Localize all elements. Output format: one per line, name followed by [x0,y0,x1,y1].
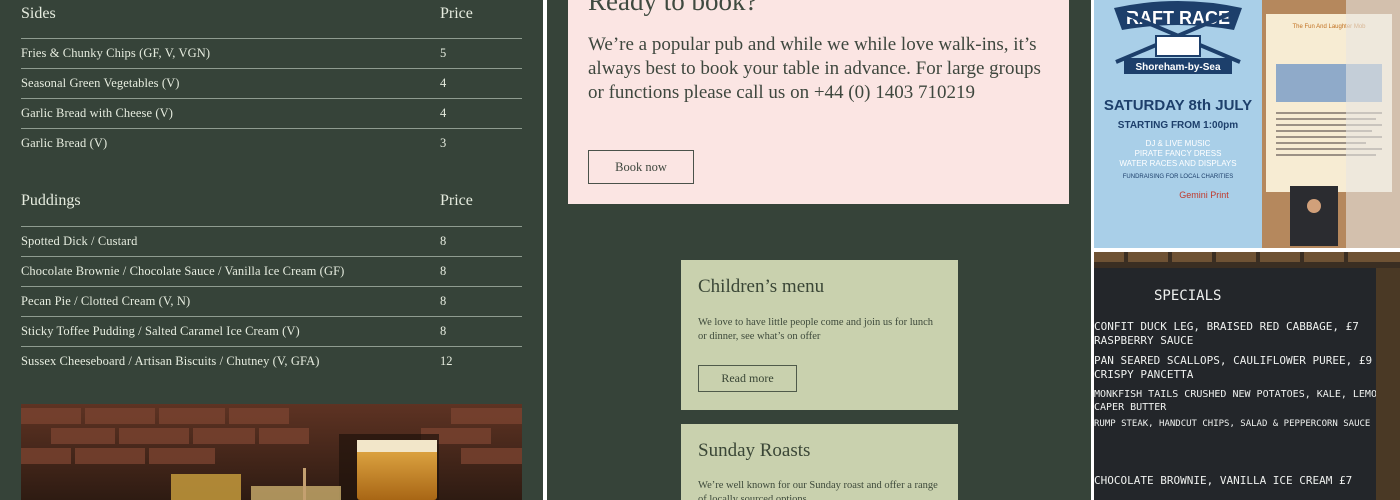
read-more-button[interactable]: Read more [698,365,797,392]
menu-item-name: Garlic Bread (V) [21,136,108,150]
menu-item-price: 8 [440,294,447,308]
poster-sponsor: Gemini Print [1179,190,1229,200]
menu-item-price: 8 [440,234,447,248]
booking-card: Ready to book? We’re a popular pub and w… [568,0,1069,204]
booking-panel: Ready to book? We’re a popular pub and w… [547,0,1091,500]
specials-board-photo: SPECIALS CONFIT DUCK LEG, BRAISED RED CA… [1094,252,1400,500]
specials-line: CHOCOLATE BROWNIE, VANILLA ICE CREAM £7 [1094,474,1352,487]
booking-title: Ready to book? [588,0,758,16]
menu-item-price: 12 [440,354,453,368]
photo-column: RAFT RACE Shoreham-by-Sea SATURDAY 8th J… [1094,0,1400,500]
menu-row: Chocolate Brownie / Chocolate Sauce / Va… [21,256,522,286]
menu-item-price: 3 [440,136,447,150]
sunday-roasts-text: We’re well known for our Sunday roast an… [698,480,938,500]
menu-item-name: Garlic Bread with Cheese (V) [21,106,174,120]
specials-line: PAN SEARED SCALLOPS, CAULIFLOWER PUREE, … [1094,354,1372,367]
poster-line: PIRATE FANCY DRESS [1135,149,1222,158]
specials-line: MONKFISH TAILS CRUSHED NEW POTATOES, KAL… [1094,389,1400,400]
menu-row: Garlic Bread with Cheese (V) 4 [21,98,522,128]
menu-row: Sussex Cheeseboard / Artisan Biscuits / … [21,346,522,376]
book-now-button[interactable]: Book now [588,150,694,184]
specials-line: CAPER BUTTER [1094,402,1167,413]
children-menu-text: We love to have little people come and j… [698,317,934,342]
menu-item-price: 8 [440,264,447,278]
pub-food-photo [21,404,522,500]
menu-row: Garlic Bread (V) 3 [21,128,522,158]
specials-line: CRISPY PANCETTA [1094,368,1194,381]
menu-row: Pecan Pie / Clotted Cream (V, N) 8 [21,286,522,316]
menu-row: Fries & Chunky Chips (GF, V, VGN) 5 [21,38,522,68]
specials-line: RUMP STEAK, HANDCUT CHIPS, SALAD & PEPPE… [1094,419,1392,429]
poster-line: DJ & LIVE MUSIC [1146,139,1211,148]
menu-item-price: 8 [440,324,447,338]
menu-row: Sticky Toffee Pudding / Salted Caramel I… [21,316,522,346]
menu-row: Spotted Dick / Custard 8 [21,226,522,256]
menu-item-price: 5 [440,46,447,60]
specials-line: CONFIT DUCK LEG, BRAISED RED CABBAGE, £7 [1094,320,1359,333]
brick-wall-pint-image [21,404,522,500]
specials-chalkboard-image: SPECIALS CONFIT DUCK LEG, BRAISED RED CA… [1094,252,1400,500]
puddings-heading: Puddings [21,192,81,209]
poster-date: SATURDAY 8th JULY [1104,97,1252,114]
poster-place: Shoreham-by-Sea [1135,62,1220,73]
menu-item-name: Sussex Cheeseboard / Artisan Biscuits / … [21,354,320,368]
menu-item-name: Fries & Chunky Chips (GF, V, VGN) [21,46,211,60]
poster-title: RAFT RACE [1126,8,1230,28]
children-menu-title: Children’s menu [698,276,825,297]
menu-item-name: Pecan Pie / Clotted Cream (V, N) [21,294,191,308]
menu-row: Seasonal Green Vegetables (V) 4 [21,68,522,98]
sides-heading: Sides [21,5,56,22]
children-menu-card: Children’s menu We love to have little p… [681,260,958,410]
sunday-roasts-card: Sunday Roasts We’re well known for our S… [681,424,958,500]
raft-race-poster-image: RAFT RACE Shoreham-by-Sea SATURDAY 8th J… [1094,0,1400,248]
menu-item-price: 4 [440,106,447,120]
sides-header: Sides Price [21,5,522,29]
specials-heading: SPECIALS [1154,288,1221,304]
menu-panel: Sides Price Fries & Chunky Chips (GF, V,… [0,0,543,500]
poster-time: STARTING FROM 1:00pm [1118,120,1238,131]
puddings-header: Puddings Price [21,192,522,216]
menu-item-name: Spotted Dick / Custard [21,234,138,248]
menu-item-price: 4 [440,76,447,90]
menu-item-name: Chocolate Brownie / Chocolate Sauce / Va… [21,264,345,278]
poster-small: FUNDRAISING FOR LOCAL CHARITIES [1123,174,1233,180]
poster-line: WATER RACES AND DISPLAYS [1119,159,1236,168]
puddings-price-heading: Price [440,192,473,209]
specials-line: RASPBERRY SAUCE [1094,334,1193,347]
sides-price-heading: Price [440,5,473,22]
menu-item-name: Seasonal Green Vegetables (V) [21,76,180,90]
sunday-roasts-title: Sunday Roasts [698,440,811,461]
booking-text: We’re a popular pub and while we while l… [588,34,1041,103]
noticeboard-photo: RAFT RACE Shoreham-by-Sea SATURDAY 8th J… [1094,0,1400,248]
menu-item-name: Sticky Toffee Pudding / Salted Caramel I… [21,324,300,338]
